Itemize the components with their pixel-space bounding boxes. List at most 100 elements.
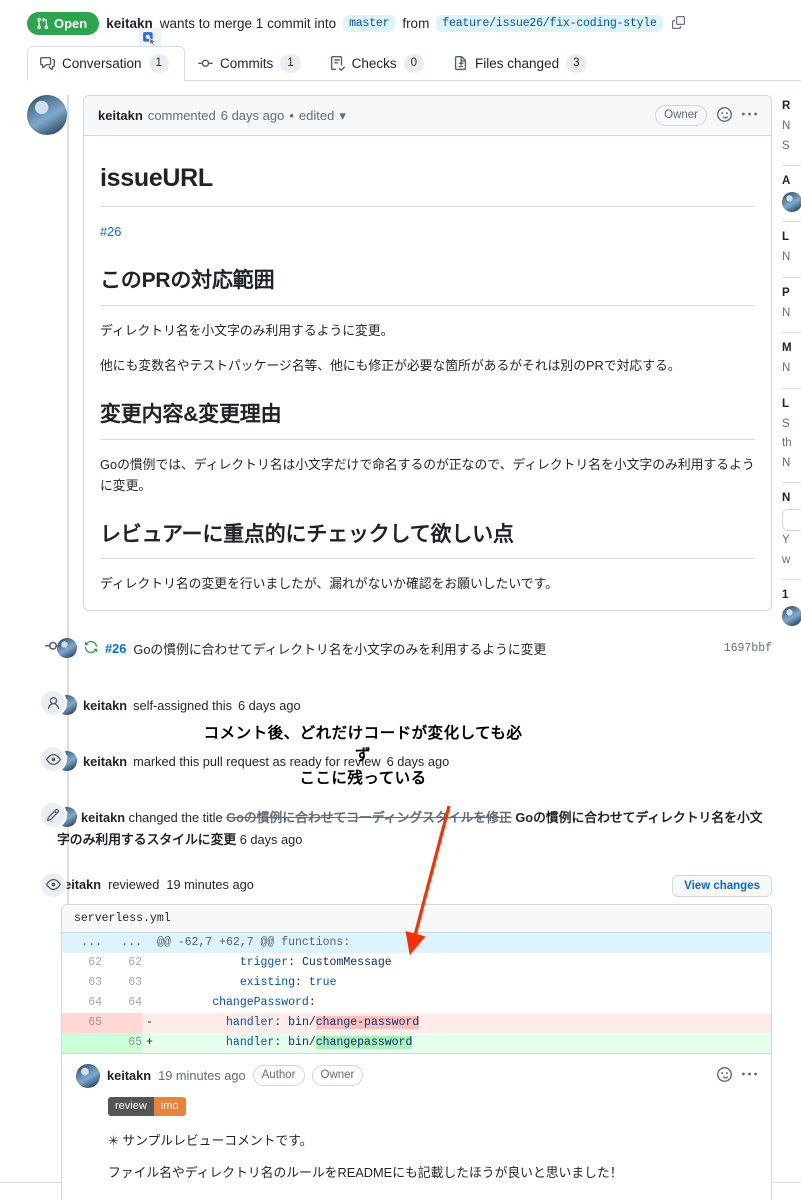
diff-code: handler: bin/change-password xyxy=(157,1012,771,1033)
main-comment-action: commented xyxy=(147,108,216,123)
diff-hunk-header: @@ -62,7 +62,7 @@ functions: xyxy=(157,932,771,953)
sidebar-line: S xyxy=(782,417,790,430)
inline-comment-paragraph-1: ✳ サンプルレビューコメントです。 xyxy=(108,1132,313,1148)
event-actor[interactable]: keitakn xyxy=(83,696,127,716)
sidebar-line: N xyxy=(782,251,791,264)
main-comment-time: 6 days ago xyxy=(220,108,285,123)
head-branch-chip[interactable]: feature/issue26/fix-coding-style xyxy=(436,15,663,32)
heading-review-points: レビュアーに重点的にチェックして欲しい点 xyxy=(100,518,755,560)
event-actor[interactable]: keitakn xyxy=(81,810,125,825)
pull-request-icon xyxy=(37,17,49,30)
tab-files-changed[interactable]: Files changed 3 xyxy=(440,46,602,81)
owner-badge: Owner xyxy=(655,105,707,126)
diff-code: handler: bin/changepassword xyxy=(157,1032,771,1053)
event-old-title: Goの慣例に合わせてコーディングスタイルを修正 xyxy=(226,810,512,826)
diff-mark xyxy=(142,993,157,1013)
sidebar-section-reviewers[interactable]: R N S xyxy=(782,100,801,156)
view-changes-button[interactable]: View changes xyxy=(672,874,772,897)
divider xyxy=(782,482,801,484)
tab-checks[interactable]: Checks 0 xyxy=(317,46,440,81)
main-comment-author[interactable]: keitakn xyxy=(98,108,143,123)
annotation-line-2: ここに残っている xyxy=(299,769,427,787)
issue-link[interactable]: #26 xyxy=(100,224,121,239)
diff-file-name[interactable]: serverless.yml xyxy=(62,904,771,933)
diff-row: 64 64 changePassword: xyxy=(62,993,771,1013)
avatar[interactable] xyxy=(782,192,801,213)
heading-scope: このPRの対応範囲 xyxy=(100,264,755,306)
commit-sha[interactable]: 1697bbf xyxy=(724,642,772,655)
sidebar-title: L xyxy=(782,231,790,244)
paragraph-scope-1: ディレクトリ名を小文字のみ利用するように変更。 xyxy=(100,322,394,338)
sidebar-section-milestone[interactable]: M N xyxy=(782,342,801,379)
diff-row: 62 62 trigger: CustomMessage xyxy=(62,953,771,973)
sidebar-section-projects[interactable]: P N xyxy=(782,287,801,324)
tab-conversation[interactable]: Conversation 1 xyxy=(27,46,185,81)
smiley-icon[interactable] xyxy=(717,1067,732,1084)
owner-badge: Owner xyxy=(311,1065,364,1087)
diff-line-new xyxy=(102,1012,142,1033)
chevron-down-icon[interactable]: ▾ xyxy=(339,108,346,124)
git-commit-icon xyxy=(44,637,62,655)
diff-line-old: 64 xyxy=(88,995,102,1009)
inline-comment-author[interactable]: keitakn xyxy=(107,1068,151,1083)
kebab-icon[interactable] xyxy=(742,1067,757,1084)
diff-table: ... ... @@ -62,7 +62,7 @@ functions: 62 … xyxy=(62,932,771,1053)
avatar[interactable] xyxy=(782,606,801,627)
tab-conversation-count: 1 xyxy=(148,54,169,73)
diff-mark xyxy=(142,932,157,953)
tab-commits[interactable]: Commits 1 xyxy=(185,46,317,81)
timeline: keitakn commented 6 days ago • edited ▾ … xyxy=(27,95,772,1200)
inline-comment-body: ✳ サンプルレビューコメントです。 ファイル名やディレクトリ名のルールをREAD… xyxy=(108,1130,757,1184)
event-time: 6 days ago xyxy=(237,697,301,713)
person-icon xyxy=(39,689,67,718)
event-time: 6 days ago xyxy=(239,832,303,848)
eye-icon xyxy=(39,870,67,899)
diff-row-added: 65 + handler: bin/changepassword xyxy=(62,1032,771,1053)
diff-code: existing: true xyxy=(239,975,337,989)
diff-line-new: 65 xyxy=(102,1032,142,1053)
sidebar-title: 1 xyxy=(782,589,789,602)
commit-message[interactable]: Goの慣例に合わせてディレクトリ名を小文字のみを利用するように変更 xyxy=(133,639,546,658)
diff-line-old xyxy=(62,1032,102,1053)
sidebar-title: P xyxy=(782,286,790,299)
pr-merge-text: wants to merge 1 commit into xyxy=(159,16,337,31)
avatar[interactable] xyxy=(76,1063,100,1088)
divider xyxy=(782,221,801,223)
diff-line-new: 62 xyxy=(128,955,142,969)
smiley-icon[interactable] xyxy=(717,107,732,124)
sidebar-section-participants[interactable]: 1 xyxy=(782,589,801,627)
commit-issue-ref[interactable]: #26 xyxy=(105,641,126,656)
main-comment-box: keitakn commented 6 days ago • edited ▾ … xyxy=(83,95,772,612)
sidebar-section-assignees[interactable]: A xyxy=(782,175,801,213)
tab-files-changed-count: 3 xyxy=(566,54,587,73)
tag-review: review xyxy=(108,1096,154,1116)
event-text: self-assigned this xyxy=(133,697,232,713)
git-commit-icon xyxy=(197,56,213,71)
file-diff-icon xyxy=(453,56,468,71)
sidebar-line: N xyxy=(782,306,791,319)
subscribe-button[interactable] xyxy=(782,509,801,532)
edited-label[interactable]: edited xyxy=(299,108,334,123)
pr-state-badge: Open xyxy=(27,12,100,35)
review-card: serverless.yml ... ... @@ -62,7 +62,7 @@… xyxy=(61,903,772,1200)
base-branch-chip[interactable]: master xyxy=(343,15,396,32)
diff-line-new: 63 xyxy=(128,975,142,989)
sidebar-line: th xyxy=(782,437,792,450)
event-actor[interactable]: keitakn xyxy=(83,752,127,772)
kebab-icon[interactable] xyxy=(742,107,757,124)
sidebar-section-notifications[interactable]: N Y w xyxy=(782,492,801,570)
paragraph-review-points: ディレクトリ名の変更を行いましたが、漏れがないか確認をお願いしたいです。 xyxy=(100,576,558,592)
main-comment-header: keitakn commented 6 days ago • edited ▾ … xyxy=(84,96,771,136)
divider xyxy=(782,332,801,334)
sidebar-section-labels[interactable]: L N xyxy=(782,231,801,268)
sidebar-line: Y xyxy=(782,534,790,547)
avatar[interactable] xyxy=(27,95,67,135)
pencil-icon xyxy=(39,801,67,830)
sidebar-title: N xyxy=(782,492,791,505)
copy-icon[interactable] xyxy=(671,15,685,32)
tab-commits-count: 1 xyxy=(280,54,301,73)
diff-line-new: 64 xyxy=(128,995,142,1009)
sidebar-section-linked-issues[interactable]: L S th N xyxy=(782,398,801,474)
sidebar-title: L xyxy=(782,397,790,410)
diff-mark-plus: + xyxy=(142,1032,157,1053)
